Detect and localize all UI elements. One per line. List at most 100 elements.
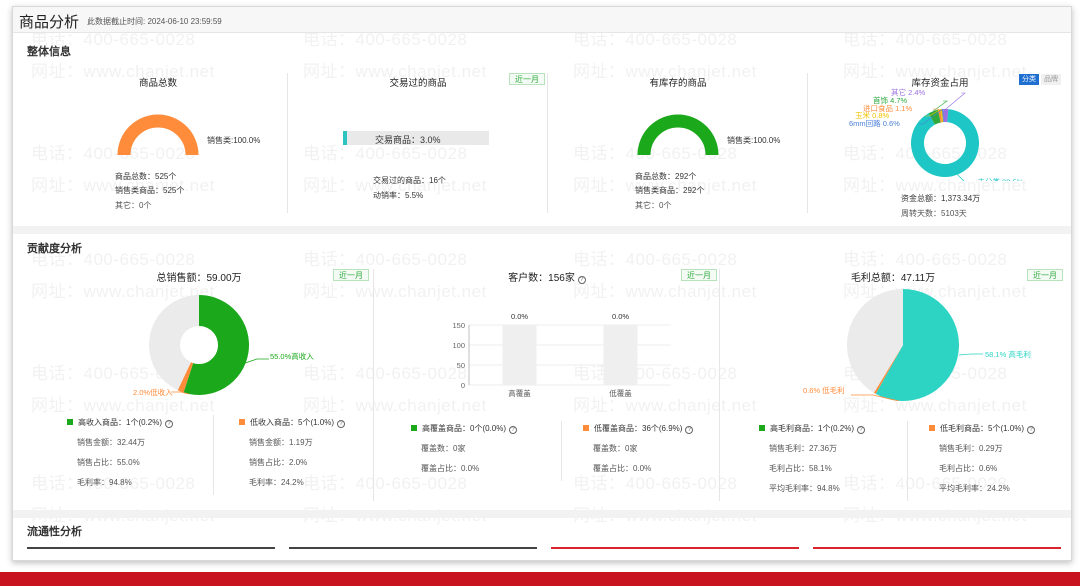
help-icon[interactable]: ? [857, 426, 866, 434]
high-coverage-count: 覆盖数：0家 [421, 444, 466, 453]
stocked-other-count: 其它：0个 [635, 201, 672, 210]
low-margin-rate: 平均毛利率：24.2% [939, 484, 1010, 493]
bar-data-label: 0.0% [511, 312, 528, 321]
gauge-fill [637, 114, 719, 156]
customer-coverage-card: 客户数：156家? 近一月 0 50 100 150 0.0% 高覆盖 0.0% 低覆盖 高覆… [375, 265, 719, 505]
liquidity-card [813, 547, 1061, 560]
low-income-share: 销售占比：2.0% [249, 458, 308, 467]
help-icon[interactable]: ? [509, 426, 518, 434]
inventory-funds-card: 库存资金占用 分类 品牌 未分类 90.5%其它 2.4%首饰 4.7%进口食品… [809, 67, 1071, 218]
low-income-margin: 毛利率：24.2% [249, 478, 304, 487]
legend-swatch [239, 419, 245, 425]
legend-swatch [929, 425, 935, 431]
bar-data-label: 0.0% [612, 312, 629, 321]
low-income-amount: 销售金额：1.19万 [249, 438, 313, 447]
total-sales-title: 总销售额：59.00万 [156, 273, 242, 284]
period-badge-recent-month[interactable]: 近一月 [333, 269, 369, 281]
label-leader-line [945, 92, 966, 110]
stocked-sales-count: 销售类商品：292个 [635, 186, 705, 195]
low-margin-label: 低毛利商品：5个(1.0%) [940, 424, 1025, 433]
total-goods-card: 商品总数 销售类:100.0% 商品总数：525个 销售类商品：525个 其它：… [27, 67, 289, 217]
liquidity-card [551, 547, 799, 560]
stocked-goods-legend: 销售类:100.0% [727, 136, 781, 145]
slice-label: 6mm回路 0.6% [849, 118, 900, 128]
help-icon[interactable]: ? [1027, 426, 1036, 434]
liquidity-card [289, 547, 537, 560]
y-tick-label: 50 [457, 361, 465, 370]
separator [547, 73, 548, 213]
low-coverage-share: 覆盖占比：0.0% [593, 464, 652, 473]
low-coverage-legend: 低覆盖商品：36个(6.9%)? [583, 423, 694, 434]
customer-count-label: 客户数：156家 [508, 273, 575, 284]
high-coverage-share: 覆盖占比：0.0% [421, 464, 480, 473]
label-leader-line [958, 353, 983, 356]
slice-label: 未分类 90.5% [978, 177, 1024, 181]
other-goods-count: 其它：0个 [115, 201, 152, 210]
header-bar: 商品分析 此数据截止时间: 2024-06-10 23:59:59 [13, 7, 1071, 33]
legend-swatch [759, 425, 765, 431]
high-income-amount: 销售金额：32.44万 [77, 438, 146, 447]
gross-profit-card: 毛利总额：47.11万 近一月 58.1% 高毛利 0.6% 低毛利 高毛利商品：… [721, 265, 1065, 505]
legend-swatch [67, 419, 73, 425]
total-goods-gauge [117, 114, 199, 156]
y-tick-label: 150 [452, 321, 465, 330]
separator [287, 73, 288, 213]
bar-background [603, 325, 638, 385]
tab-by-brand[interactable]: 品牌 [1041, 74, 1061, 85]
traded-progress-label: 交易商品：3.0% [375, 135, 441, 145]
period-badge-recent-month[interactable]: 近一月 [509, 73, 545, 85]
inventory-total-funds: 资金总额：1,373.34万 [901, 194, 981, 203]
legend-swatch [411, 425, 417, 431]
customer-count-title: 客户数：156家? [375, 269, 719, 284]
low-coverage-label: 低覆盖商品：36个(6.9%) [594, 424, 683, 433]
slice-label: 55.0%高收入 [270, 351, 314, 361]
separator [719, 269, 720, 501]
legend-swatch [583, 425, 589, 431]
turnover-rate: 动销率：5.5% [373, 191, 424, 200]
high-coverage-legend: 高覆盖商品：0个(0.0%)? [411, 423, 518, 434]
sales-goods-count: 销售类商品：525个 [115, 186, 185, 195]
high-income-share: 销售占比：55.0% [77, 458, 140, 467]
help-icon[interactable]: ? [165, 420, 174, 428]
separator [561, 421, 562, 481]
separator [373, 269, 374, 501]
bar-background [502, 325, 537, 385]
report-window: 电话：400-665-0028 电话：400-665-0028 电话：400-665… [12, 6, 1072, 561]
low-income-legend: 低收入商品：5个(1.0%)? [239, 417, 346, 428]
help-icon[interactable]: ? [577, 276, 586, 284]
period-badge-recent-month[interactable]: 近一月 [681, 269, 717, 281]
traded-progress-bar: 交易商品：3.0% [343, 131, 489, 145]
sales-donut-chart: 55.0%高收入 2.0%低收入 [133, 295, 314, 397]
tab-by-category[interactable]: 分类 [1019, 74, 1039, 85]
stocked-goods-card: 有库存的商品 销售类:100.0% 商品总数：292个 销售类商品：292个 其… [549, 67, 807, 217]
period-badge-recent-month[interactable]: 近一月 [1027, 269, 1063, 281]
separator [807, 73, 808, 213]
help-icon[interactable]: ? [685, 426, 694, 434]
gauge-fill [117, 114, 199, 156]
high-income-margin: 毛利率：94.8% [77, 478, 132, 487]
traded-goods-card: 交易过的商品 近一月 交易商品：3.0% 交易过的商品：16个 动销率：5.5% [289, 67, 547, 217]
contribution-section-title: 贡献度分析 [27, 243, 82, 255]
x-tick-label: 低覆盖 [609, 388, 632, 398]
page-title: 商品分析 [19, 14, 80, 31]
high-margin-rate: 平均毛利率：94.8% [769, 484, 840, 493]
slice-label: 2.0%低收入 [133, 387, 173, 397]
traded-progress-fill [343, 131, 348, 145]
liquidity-card [27, 547, 275, 560]
stocked-total-count: 商品总数：292个 [635, 172, 697, 181]
y-tick-label: 100 [452, 341, 465, 350]
low-margin-share: 毛利占比：0.6% [939, 464, 998, 473]
sales-contribution-card: 总销售额：59.00万 近一月 55.0%高收入 2.0%低收入 高收入商品：1个… [27, 265, 371, 505]
y-tick-label: 0 [461, 381, 465, 390]
customer-coverage-bar-chart: 0 50 100 150 0.0% 高覆盖 0.0% 低覆盖 [452, 312, 671, 398]
low-income-label: 低收入商品：5个(1.0%) [250, 418, 335, 427]
section-divider [13, 510, 1071, 518]
section-divider [13, 226, 1071, 234]
total-goods-title: 商品总数 [138, 78, 177, 89]
inventory-donut-chart: 未分类 90.5%其它 2.4%首饰 4.7%进口食品 1.1%玉米 0.8%6… [849, 87, 1024, 181]
total-goods-count: 商品总数：525个 [115, 172, 177, 181]
high-margin-legend: 高毛利商品：1个(0.2%)? [759, 423, 866, 434]
label-leader-line [933, 108, 940, 110]
label-leader-line [244, 358, 269, 364]
help-icon[interactable]: ? [337, 420, 346, 428]
